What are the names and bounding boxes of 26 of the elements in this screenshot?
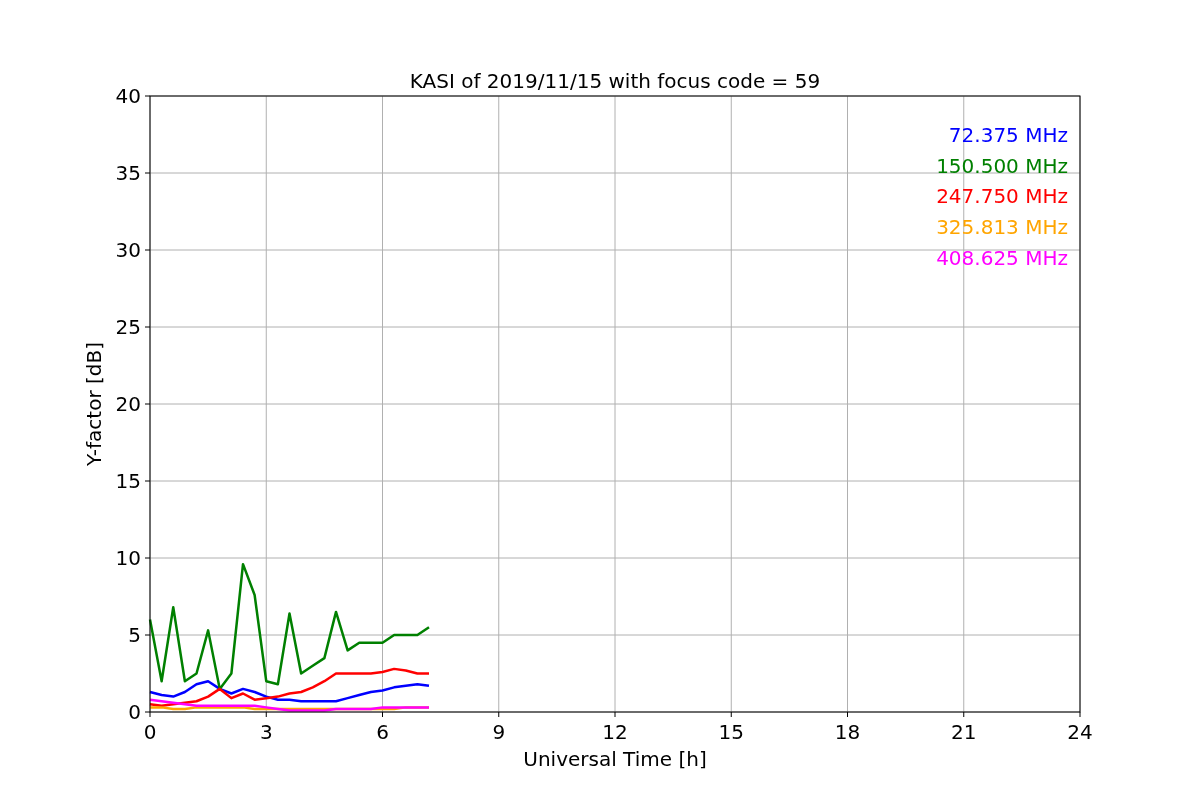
x-tick-label: 18 bbox=[834, 720, 861, 744]
y-tick-label: 20 bbox=[115, 392, 141, 416]
legend-entry: 150.500 MHz bbox=[936, 153, 1068, 178]
y-tick-label: 30 bbox=[115, 238, 141, 262]
y-tick-label: 10 bbox=[115, 546, 141, 570]
y-tick-label: 35 bbox=[115, 161, 141, 185]
legend-entry: 325.813 MHz bbox=[936, 215, 1068, 240]
x-tick-label: 12 bbox=[602, 720, 628, 744]
x-tick-label: 21 bbox=[951, 720, 977, 744]
x-tick-label: 0 bbox=[143, 720, 157, 744]
y-tick-label: 25 bbox=[115, 315, 141, 339]
x-tick-label: 24 bbox=[1067, 720, 1093, 744]
y-tick-label: 40 bbox=[115, 84, 141, 108]
legend-entry: 408.625 MHz bbox=[936, 245, 1068, 270]
x-axis-label: Universal Time [h] bbox=[523, 747, 707, 771]
legend-entry: 72.375 MHz bbox=[948, 123, 1068, 147]
y-tick-label: 15 bbox=[115, 469, 141, 493]
x-tick-label: 9 bbox=[492, 720, 506, 744]
y-axis-label: Y-factor [dB] bbox=[82, 342, 106, 466]
x-tick-label: 3 bbox=[259, 720, 273, 744]
legend-entry: 247.750 MHz bbox=[936, 184, 1068, 209]
chart-title: KASI of 2019/11/15 with focus code = 59 bbox=[409, 69, 821, 93]
y-tick-label: 5 bbox=[128, 623, 141, 647]
y-tick-label: 0 bbox=[128, 700, 141, 724]
x-tick-label: 15 bbox=[718, 720, 744, 744]
x-tick-label: 6 bbox=[376, 720, 389, 744]
